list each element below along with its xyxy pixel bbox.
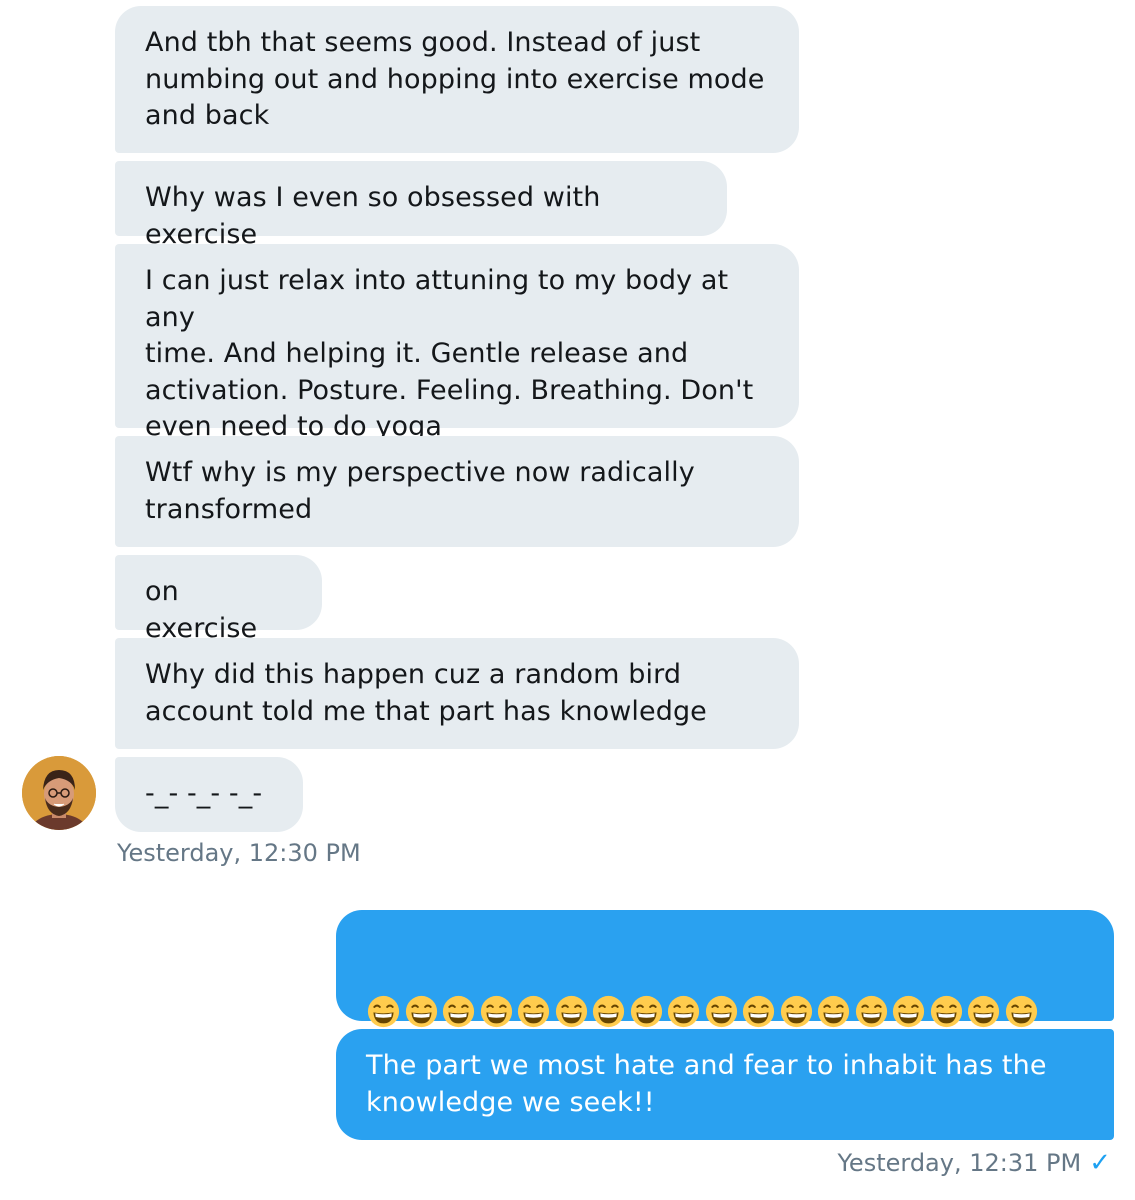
grinning-face-emoji-icon [440,993,478,1030]
emoji-row [365,993,1086,1030]
incoming-message[interactable]: Why did this happen cuz a random bird ac… [115,638,799,749]
grinning-face-emoji-icon [890,993,928,1030]
grinning-face-emoji-icon [403,993,441,1030]
outgoing-message[interactable]: The part we most hate and fear to inhabi… [336,1029,1114,1140]
incoming-message[interactable]: Why was I even so obsessed with exercise [115,161,727,250]
read-check-icon: ✓ [1089,1148,1111,1178]
grinning-face-emoji-icon [365,993,403,1030]
grinning-face-emoji-icon [928,993,966,1030]
grinning-face-emoji-icon [703,993,741,1030]
grinning-face-emoji-icon [478,993,516,1030]
message-thread: And tbh that seems good. Instead of just… [0,0,1135,1200]
incoming-message[interactable]: Wtf why is my perspective now radically … [115,436,799,547]
avatar[interactable] [22,756,96,830]
outgoing-timestamp: Yesterday, 12:31 PM [837,1149,1082,1177]
grinning-face-emoji-icon [665,993,703,1030]
incoming-message[interactable]: And tbh that seems good. Instead of just… [115,6,799,153]
grinning-face-emoji-icon [628,993,666,1030]
outgoing-timestamp-row: Yesterday, 12:31 PM ✓ [837,1148,1111,1178]
grinning-face-emoji-icon [590,993,628,1030]
incoming-message[interactable]: I can just relax into attuning to my bod… [115,244,799,442]
grinning-face-emoji-icon [740,993,778,1030]
grinning-face-emoji-icon [515,993,553,1030]
incoming-message[interactable]: -_- -_- -_- [115,757,303,832]
grinning-face-emoji-icon [553,993,591,1030]
outgoing-emoji-message[interactable] [336,910,1114,1138]
avatar-portrait-icon [22,756,96,830]
incoming-timestamp: Yesterday, 12:30 PM [117,839,361,867]
grinning-face-emoji-icon [778,993,816,1030]
grinning-face-emoji-icon [965,993,1003,1030]
grinning-face-emoji-icon [1003,993,1041,1030]
incoming-message[interactable]: on exercise [115,555,322,644]
grinning-face-emoji-icon [815,993,853,1030]
grinning-face-emoji-icon [853,993,891,1030]
